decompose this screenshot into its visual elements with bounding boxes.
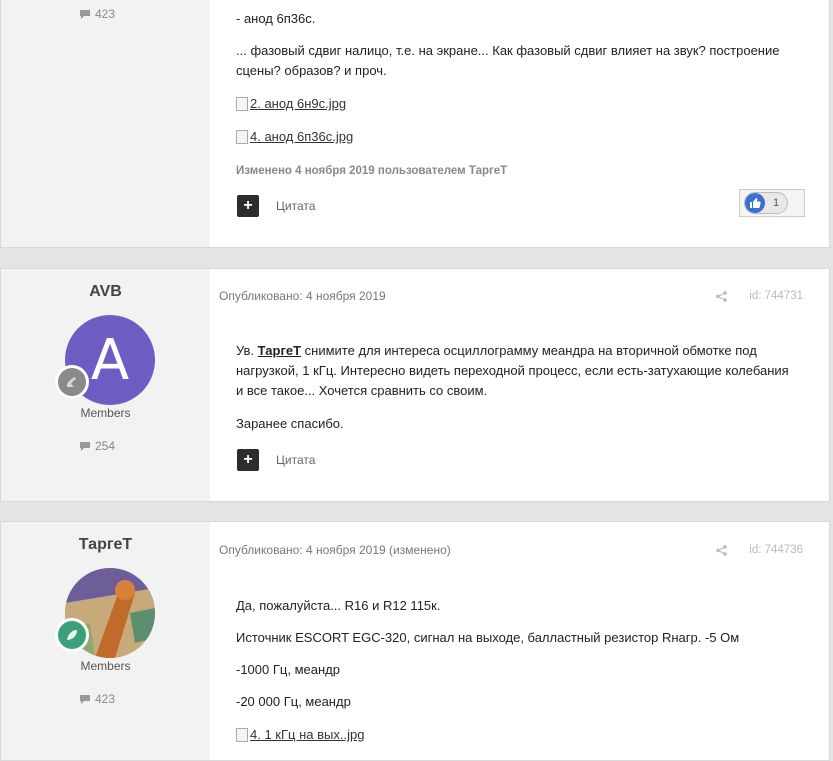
post-3: ТаргеТ Members 423 Опубликовано: 4 ноябр… (0, 521, 830, 761)
rank-badge-icon (55, 618, 89, 652)
post-meta: Опубликовано: 4 ноября 2019 id: 744731 (219, 289, 803, 303)
post-count-value: 423 (95, 7, 116, 21)
broken-image-icon (236, 96, 248, 111)
user-mention[interactable]: ТаргеТ (258, 343, 301, 358)
greeting: Ув. (236, 343, 258, 358)
post-text: нагрузкой, 1 кГц. Интересно видеть перех… (236, 363, 789, 378)
broken-image-icon (236, 727, 248, 742)
post-1: 423 - анод 6п36с. ... фазовый сдвиг нали… (0, 0, 830, 248)
published-date: Опубликовано: 4 ноября 2019 (изменено) (219, 543, 451, 557)
reaction-button[interactable]: 1 (739, 189, 805, 217)
post-id[interactable]: id: 744731 (749, 290, 803, 302)
plus-icon: + (243, 197, 253, 214)
reaction-pill: 1 (744, 192, 789, 214)
edited-note: Изменено 4 ноября 2019 пользователем Тар… (236, 165, 508, 177)
comment-icon (80, 442, 90, 451)
author-panel: AVB A Members 254 (1, 269, 210, 501)
author-name[interactable]: AVB (1, 283, 210, 301)
post-text: Источник ESCORT EGC-320, сигнал на выход… (236, 630, 740, 645)
post-2: AVB A Members 254 Опубликовано: 4 ноября… (0, 268, 830, 502)
image-filename: 2. анод 6н9с.jpg (250, 96, 347, 111)
post-text: сцены? образов? и проч. (236, 63, 387, 78)
author-panel: 423 (1, 0, 210, 247)
avatar[interactable] (55, 568, 155, 658)
post-meta: Опубликовано: 4 ноября 2019 (изменено) i… (219, 543, 803, 557)
post-text: Ув. ТаргеТ снимите для интереса осциллог… (236, 341, 757, 361)
image-link[interactable]: 4. анод 6п36с.jpg (236, 127, 353, 147)
member-group: Members (80, 659, 131, 673)
quote-button[interactable]: Цитата (276, 199, 315, 213)
post-text: ... фазовый сдвиг налицо, т.е. на экране… (236, 43, 780, 58)
post-text: и все такое... Хочется сравнить со своим… (236, 383, 488, 398)
post-text: - анод 6п36с. (236, 11, 316, 26)
post-text-rest: снимите для интереса осциллограмму меанд… (301, 343, 757, 358)
post-text: -20 000 Гц, меандр (236, 694, 351, 709)
share-icon[interactable] (716, 545, 727, 556)
multiquote-button[interactable]: + (237, 449, 259, 471)
post-id[interactable]: id: 744736 (749, 544, 803, 556)
broken-image-icon (236, 129, 248, 144)
post-text: Да, пожалуйста... R16 и R12 115к. (236, 598, 441, 613)
share-icon[interactable] (716, 291, 727, 302)
post-count: 423 (79, 7, 115, 21)
avatar[interactable]: A (55, 315, 155, 405)
comment-icon (80, 695, 90, 704)
image-link[interactable]: 4. 1 кГц на вых..jpg (236, 725, 364, 745)
comment-icon (80, 10, 90, 19)
post-count-value: 254 (95, 439, 116, 453)
published-date: Опубликовано: 4 ноября 2019 (219, 289, 386, 303)
author-panel: ТаргеТ Members 423 (1, 522, 210, 760)
post-text: -1000 Гц, меандр (236, 662, 340, 677)
multiquote-button[interactable]: + (237, 195, 259, 217)
post-count-value: 423 (95, 692, 116, 706)
image-filename: 4. 1 кГц на вых..jpg (250, 727, 365, 742)
post-count: 423 (79, 692, 115, 706)
member-group: Members (80, 406, 131, 420)
post-text: Заранее спасибо. (236, 416, 344, 431)
post-content: - анод 6п36с. ... фазовый сдвиг налицо, … (236, 0, 803, 229)
plus-icon: + (243, 451, 253, 468)
image-link[interactable]: 2. анод 6н9с.jpg (236, 94, 346, 114)
reaction-count: 1 (773, 197, 780, 209)
post-content: Ув. ТаргеТ снимите для интереса осциллог… (236, 341, 803, 441)
quote-button[interactable]: Цитата (276, 453, 315, 467)
post-content: Да, пожалуйста... R16 и R12 115к. Источн… (236, 596, 803, 756)
post-count: 254 (79, 439, 115, 453)
rank-badge-icon (55, 365, 89, 399)
thumbs-up-icon (745, 193, 765, 213)
image-filename: 4. анод 6п36с.jpg (250, 129, 354, 144)
author-name[interactable]: ТаргеТ (1, 536, 210, 554)
